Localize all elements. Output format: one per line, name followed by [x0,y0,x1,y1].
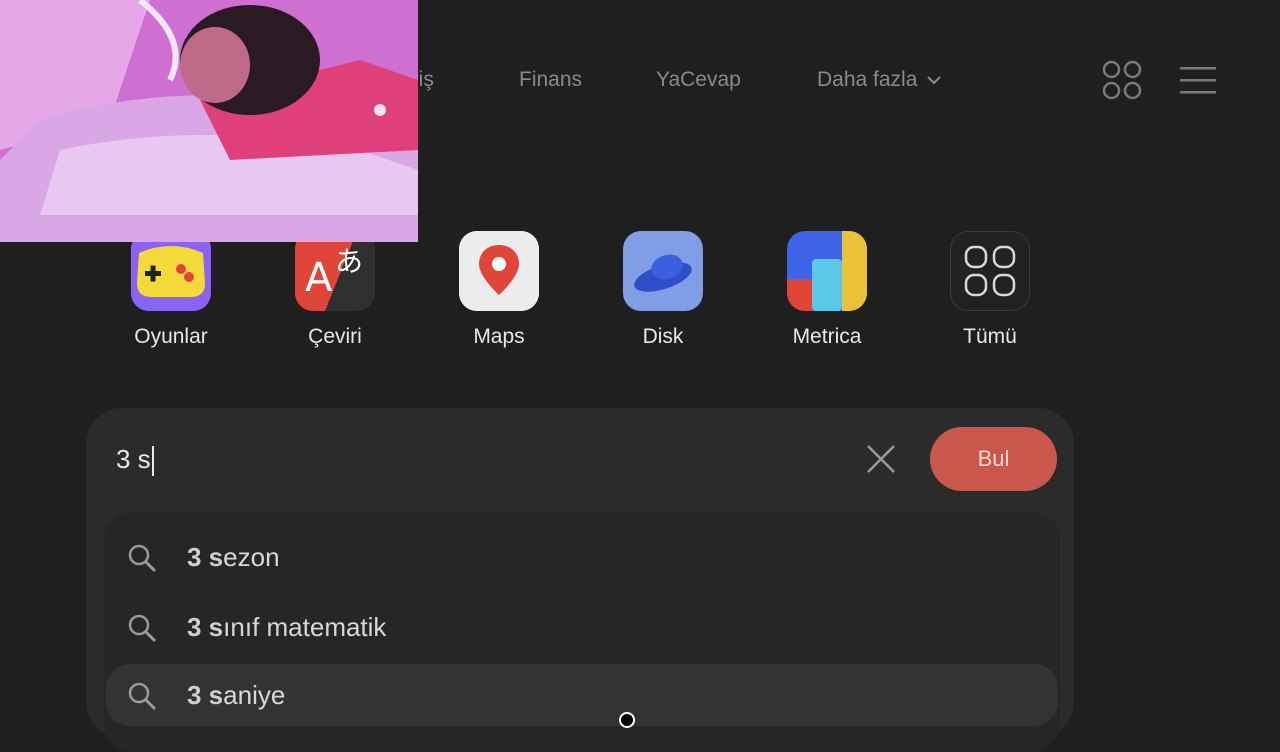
search-icon [128,544,157,573]
translate-icon: A あ [295,231,375,311]
service-label: Çeviri [308,325,362,348]
map-pin-icon [459,231,539,311]
suggestion-text: 3 sezon [187,542,280,572]
search-input-value: 3 s [116,444,151,474]
gamepad-icon [131,231,211,311]
suggestion-item-highlighted[interactable]: 3 saniye [106,664,1058,726]
nav-item-finans[interactable]: Finans [519,60,582,100]
nav-item-yacevap[interactable]: YaCevap [656,60,741,100]
service-label: Maps [473,325,525,348]
service-metrica[interactable]: Metrica [757,231,897,349]
suggestion-item[interactable]: 3 sınıf matematik [106,596,1058,658]
mouse-cursor [619,712,635,728]
search-icon [128,614,157,643]
search-icon [128,682,157,711]
service-label: Tümü [963,325,1017,348]
service-ceviri[interactable]: A あ Çeviri [265,231,405,349]
suggestion-item[interactable]: 3 sezon [106,526,1058,588]
search-input[interactable]: 3 s [116,440,154,478]
grid-icon [950,231,1030,311]
svg-text:A: A [305,255,333,301]
service-oyunlar[interactable]: Oyunlar [101,231,241,349]
suggestion-text: 3 saniye [187,680,286,710]
service-disk[interactable]: Disk [593,231,733,349]
search-button[interactable]: Bul [930,427,1057,491]
service-maps[interactable]: Maps [429,231,569,349]
apps-grid-icon[interactable] [1102,60,1142,100]
webcam-overlay [0,0,418,242]
metrica-icon [787,231,867,311]
disk-ufo-icon [623,231,703,311]
services-row: Oyunlar A あ Çeviri Maps Disk Metrica Tüm… [0,231,1280,361]
service-label: Disk [642,325,684,348]
chevron-down-icon [927,76,942,85]
service-all[interactable]: Tümü [920,231,1060,349]
close-icon[interactable] [864,442,898,476]
text-caret [151,446,154,477]
nav-more-label: Daha fazla [817,68,918,91]
hamburger-menu-icon[interactable] [1178,64,1218,96]
service-label: Oyunlar [134,325,208,348]
nav-item-more[interactable]: Daha fazla [817,60,943,100]
service-label: Metrica [792,325,862,348]
svg-text:あ: あ [335,245,363,278]
suggestion-text: 3 sınıf matematik [187,612,387,642]
